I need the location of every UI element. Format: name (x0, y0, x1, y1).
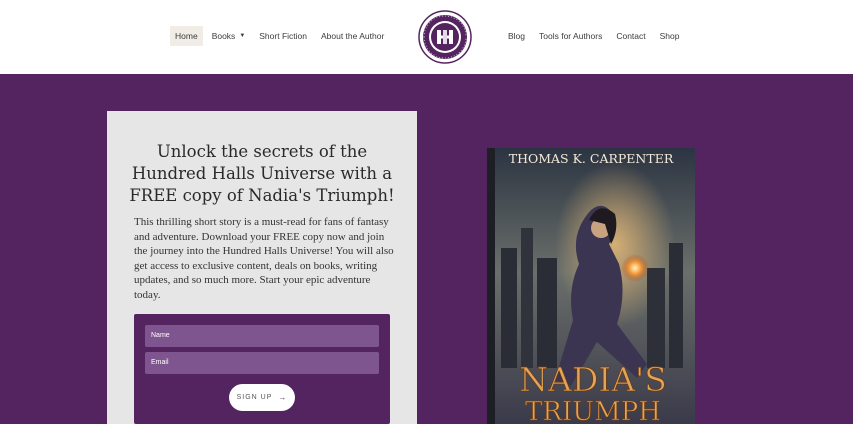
primary-nav-left: Home Books ▼ Short Fiction About the Auth… (170, 26, 393, 46)
signup-form: Name Email SIGN UP → (134, 314, 390, 424)
email-field[interactable]: Email (145, 352, 379, 374)
nav-home-label: Home (175, 31, 198, 41)
nav-contact-label: Contact (616, 31, 646, 41)
nav-books[interactable]: Books ▼ (207, 26, 251, 46)
chevron-down-icon: ▼ (239, 33, 246, 39)
signup-button[interactable]: SIGN UP → (229, 384, 295, 411)
nav-shop[interactable]: Shop (655, 26, 685, 46)
book-title-line1: Nadia's (519, 360, 667, 399)
nav-tools-for-authors[interactable]: Tools for Authors (534, 26, 607, 46)
email-placeholder: Email (151, 359, 169, 366)
primary-nav-right: Blog Tools for Authors Contact Shop (503, 26, 688, 46)
nav-contact[interactable]: Contact (611, 26, 650, 46)
book-cover: Thomas K. Carpenter Nadia's Triumph (487, 148, 695, 424)
book-author: Thomas K. Carpenter (509, 151, 674, 166)
nav-blog[interactable]: Blog (503, 26, 530, 46)
hundred-halls-logo[interactable] (418, 10, 472, 64)
nav-short-fiction-label: Short Fiction (259, 31, 307, 41)
book-title-line2: Triumph (525, 397, 661, 424)
site-header: Home Books ▼ Short Fiction About the Auth… (0, 0, 853, 74)
promo-title: Unlock the secrets of the Hundred Halls … (129, 142, 395, 205)
name-placeholder: Name (151, 332, 170, 339)
signup-label: SIGN UP (236, 394, 273, 401)
arrow-right-icon: → (278, 393, 288, 402)
promo-body: This thrilling short story is a must-rea… (134, 216, 394, 301)
nav-home[interactable]: Home (170, 26, 203, 46)
nav-about-author-label: About the Author (320, 31, 385, 41)
name-field[interactable]: Name (145, 325, 379, 347)
nav-shop-label: Shop (659, 31, 680, 41)
nav-about-author[interactable]: About the Author (316, 26, 389, 46)
nav-books-label: Books (211, 31, 236, 41)
nav-tools-label: Tools for Authors (539, 31, 603, 41)
nav-short-fiction[interactable]: Short Fiction (254, 26, 312, 46)
nav-blog-label: Blog (508, 31, 526, 41)
